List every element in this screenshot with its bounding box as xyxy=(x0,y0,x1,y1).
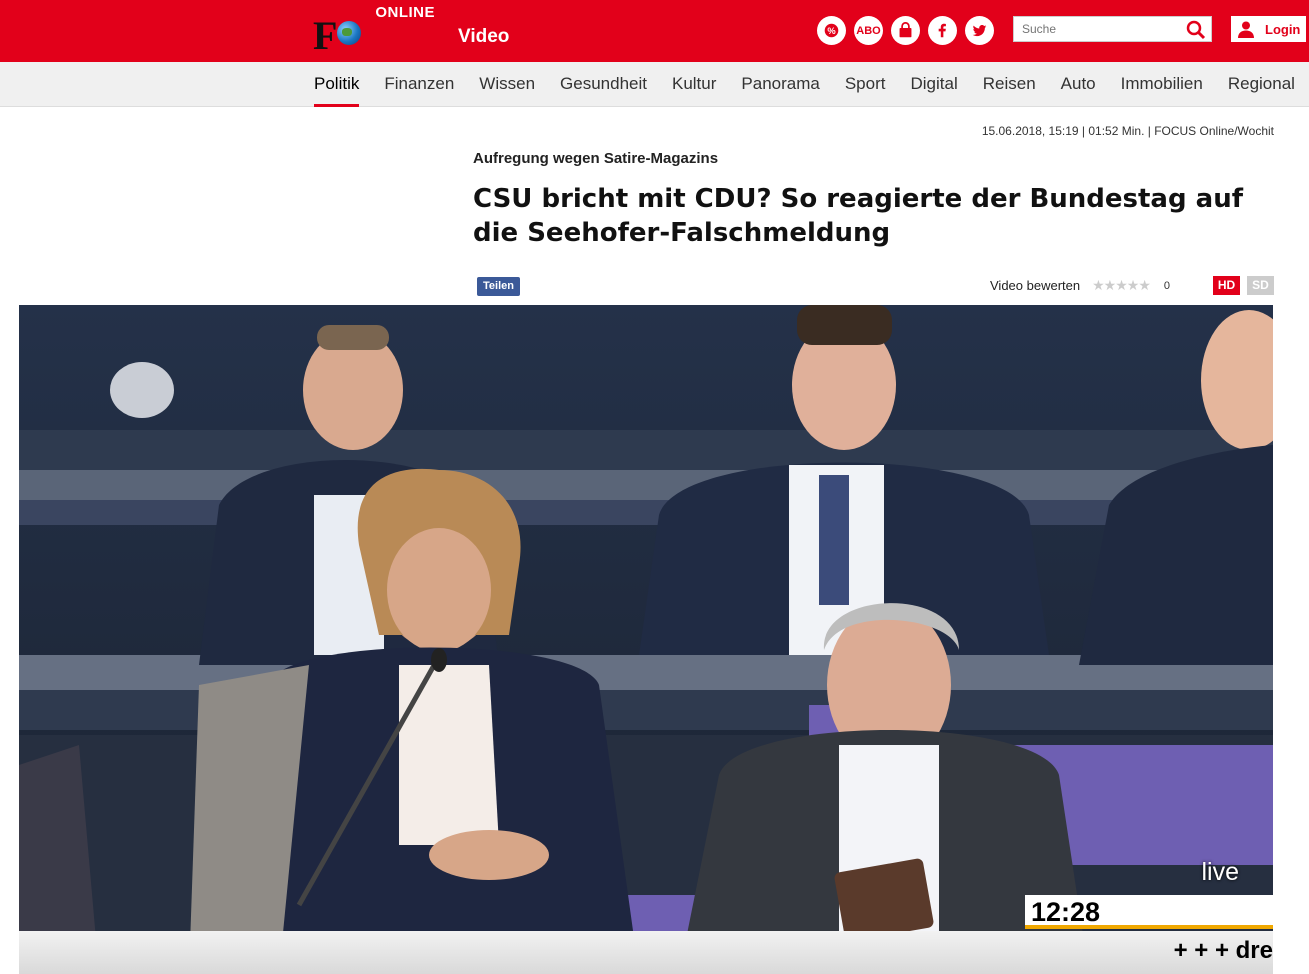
header-icon-bar: % ABO xyxy=(817,16,994,46)
rating-stars[interactable]: ★★★★★ xyxy=(1092,277,1151,294)
article-headline: CSU bricht mit CDU? So reagierte der Bun… xyxy=(473,184,1244,248)
user-icon xyxy=(1238,21,1254,38)
broadcast-clock: 12:28 xyxy=(1025,895,1273,929)
globe-icon xyxy=(337,21,362,45)
article-kicker: Aufregung wegen Satire-Magazins xyxy=(473,150,719,167)
search-box xyxy=(1013,16,1212,42)
live-indicator: live xyxy=(1201,858,1239,886)
nav-item-auto[interactable]: Auto xyxy=(1061,62,1096,107)
hd-quality-button[interactable]: HD xyxy=(1213,276,1240,295)
nav-item-digital[interactable]: Digital xyxy=(910,62,957,107)
eagle-emblem xyxy=(110,362,174,418)
video-frame-image xyxy=(19,305,1273,974)
article-meta: 15.06.2018, 15:19 | 01:52 Min. | FOCUS O… xyxy=(981,124,1274,138)
nav-item-immobilien[interactable]: Immobilien xyxy=(1121,62,1203,107)
rating-count: 0 xyxy=(1163,279,1170,292)
search-icon[interactable] xyxy=(1186,20,1206,40)
facebook-icon[interactable] xyxy=(928,16,957,45)
sd-quality-button[interactable]: SD xyxy=(1247,276,1274,295)
nav-item-panorama[interactable]: Panorama xyxy=(741,62,819,107)
top-header: ONLINE FCUS Video % ABO Login xyxy=(0,0,1309,96)
main-navigation: Politik Finanzen Wissen Gesundheit Kultu… xyxy=(0,62,1309,107)
discount-icon[interactable]: % xyxy=(817,16,846,45)
search-input[interactable] xyxy=(1014,17,1179,41)
login-button[interactable]: Login xyxy=(1231,16,1306,42)
nav-item-finanzen[interactable]: Finanzen xyxy=(384,62,454,107)
video-rating: Video bewerten ★★★★★ 0 xyxy=(990,277,1170,294)
nav-item-kultur[interactable]: Kultur xyxy=(672,62,716,107)
focus-online-logo[interactable]: ONLINE FCUS xyxy=(313,4,435,96)
nav-item-politik[interactable]: Politik xyxy=(314,62,360,107)
twitter-icon[interactable] xyxy=(965,16,994,45)
nav-item-sport[interactable]: Sport xyxy=(845,62,886,107)
abo-icon[interactable]: ABO xyxy=(854,16,883,45)
svg-text:%: % xyxy=(827,26,836,36)
nav-item-regional[interactable]: Regional xyxy=(1228,62,1295,107)
share-button[interactable]: Teilen xyxy=(477,277,520,296)
login-label: Login xyxy=(1265,21,1301,37)
nav-item-reisen[interactable]: Reisen xyxy=(983,62,1036,107)
shop-bag-icon[interactable] xyxy=(891,16,920,45)
nav-item-wissen[interactable]: Wissen xyxy=(479,62,535,107)
nav-item-gesundheit[interactable]: Gesundheit xyxy=(560,62,647,107)
clock-time: 12:28 xyxy=(1031,897,1101,927)
video-player[interactable]: live 12:28 + + + dre xyxy=(19,305,1273,974)
rating-label: Video bewerten xyxy=(990,278,1081,293)
section-title[interactable]: Video xyxy=(458,26,509,48)
ticker-text: + + + dre xyxy=(1173,937,1273,964)
news-ticker: + + + dre xyxy=(19,931,1273,974)
